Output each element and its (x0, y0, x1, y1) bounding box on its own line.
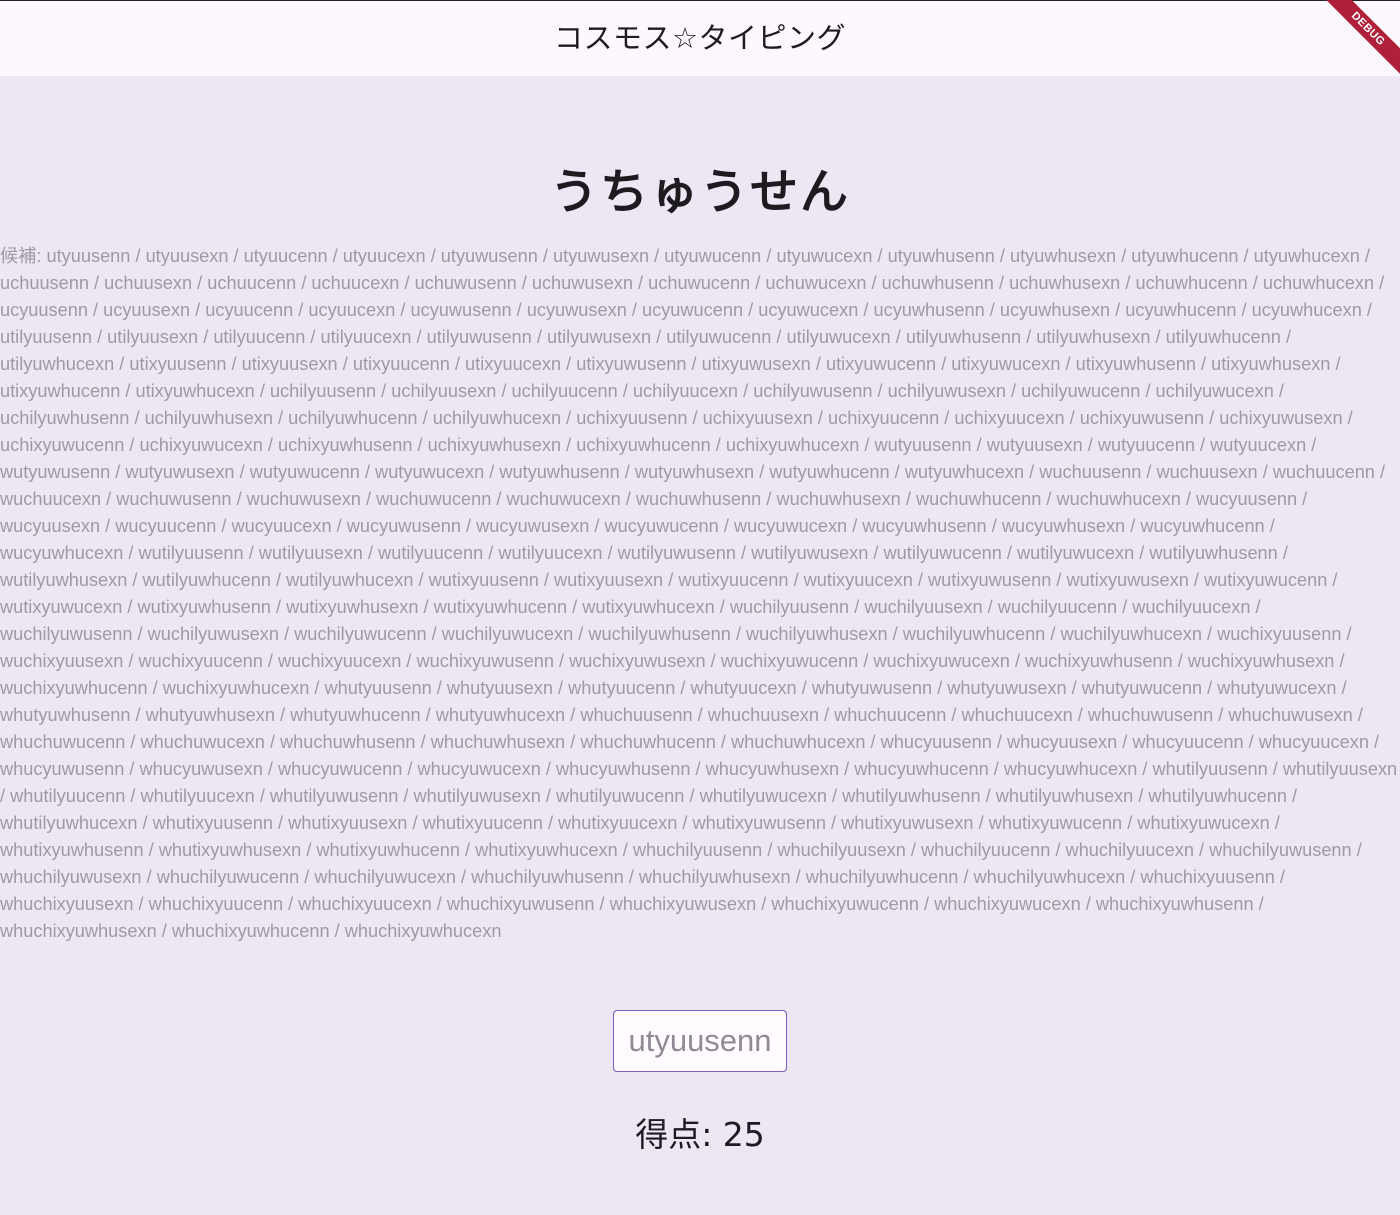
app-title: コスモス☆タイピング (554, 20, 846, 55)
typing-input[interactable] (613, 1010, 787, 1072)
score-display: 得点: 25 (635, 1115, 765, 1154)
target-word: うちゅうせん (549, 164, 850, 220)
app-bar: コスモス☆タイピング (0, 0, 1400, 76)
candidate-list: 候補: utyuusenn / utyuusexn / utyuucenn / … (0, 246, 1398, 941)
